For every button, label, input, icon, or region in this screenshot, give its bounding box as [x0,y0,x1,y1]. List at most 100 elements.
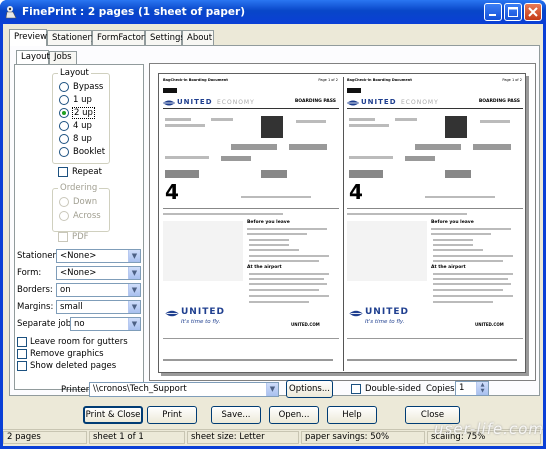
text-line [431,228,511,230]
text-line [395,118,417,121]
tab-formfactory[interactable]: FormFactory [92,30,149,45]
text-line [163,213,283,215]
ordering-group: Ordering Down Across [52,183,110,232]
site-url: UNITED.COM [291,322,320,327]
text-line [433,244,473,246]
maximize-button[interactable] [504,3,522,21]
text-line [425,196,495,198]
title-bar[interactable]: FinePrint : 2 pages (1 sheet of paper) [0,0,546,24]
ordering-group-title: Ordering [58,183,100,193]
doc-header-right: Page 1 of 2 [502,78,522,82]
gutters-label: Leave room for gutters [30,337,128,347]
preview-page-2: BagCheck-in Boarding Document Page 1 of … [345,76,526,372]
label-2up: 2 up [72,107,95,119]
separate-jobs-value: no [74,319,85,329]
open-button[interactable]: Open... [269,406,319,424]
radio-down[interactable] [59,197,69,207]
page-preview[interactable]: BagCheck-in Boarding Document Page 1 of … [149,63,536,381]
rule [347,208,523,209]
radio-booklet[interactable] [59,147,69,157]
minimize-icon [489,14,496,16]
borders-value: on [60,285,71,295]
tab-about[interactable]: About [182,30,214,45]
image-placeholder [347,221,427,281]
airline-name: UNITED [177,98,213,106]
radio-1up[interactable] [59,95,69,105]
chevron-down-icon: ▼ [128,284,140,296]
text-line [296,120,326,123]
text-line [249,289,319,291]
preview-page-1: BagCheck-in Boarding Document Page 1 of … [161,76,342,372]
tab-settings[interactable]: Settings [145,30,185,45]
text-line [211,118,233,121]
print-and-close-button[interactable]: Print & Close [83,406,143,424]
spinner-arrows-icon[interactable]: ▲ ▼ [476,382,488,395]
text-line [249,255,329,257]
copies-value: 1 [459,383,465,393]
tab-layout[interactable]: Layout [16,50,50,64]
page-divider [343,77,344,371]
options-button[interactable]: Options... [286,380,333,398]
margins-select[interactable]: small ▼ [56,300,141,314]
printer-label: Printer: [61,385,92,395]
status-pages: 2 pages [3,431,87,444]
gutters-checkbox[interactable] [17,337,27,347]
dialog-client-area: Preview Stationery FormFactory Settings … [3,24,543,446]
stationery-select[interactable]: <None> ▼ [56,249,141,263]
doc-header-left: BagCheck-in Boarding Document [163,78,228,82]
text-line [249,283,327,285]
united-globe-icon [163,100,175,106]
radio-across[interactable] [59,211,69,221]
radio-4up[interactable] [59,121,69,131]
remove-graphics-checkbox[interactable] [17,349,27,359]
borders-select[interactable]: on ▼ [56,283,141,297]
rule [163,108,339,109]
printer-select[interactable]: \\cronos\Tech_Support ▼ [89,382,279,397]
text-line [165,124,205,127]
save-button[interactable]: Save... [211,406,261,424]
borders-label: Borders: [17,285,53,295]
minimize-button[interactable] [484,3,502,21]
repeat-checkbox[interactable] [58,167,68,177]
blurred-text [473,144,511,150]
rule [163,338,339,339]
label-booklet: Booklet [73,147,106,157]
margins-label: Margins: [17,302,54,312]
form-value: <None> [60,268,97,278]
help-button[interactable]: Help [327,406,377,424]
tab-preview[interactable]: Preview [9,29,47,46]
margins-value: small [60,302,83,312]
text-line [431,233,491,235]
doc-header-right: Page 1 of 2 [318,78,338,82]
text-line [165,118,191,121]
double-sided-checkbox[interactable] [351,384,361,394]
fineprint-app-icon [5,6,17,19]
form-select[interactable]: <None> ▼ [56,266,141,280]
close-window-button[interactable] [524,3,542,21]
airport-title: At the airport [247,265,282,270]
preview-sheet: BagCheck-in Boarding Document Page 1 of … [158,73,526,373]
tab-stationery[interactable]: Stationery [47,30,96,45]
radio-8up[interactable] [59,134,69,144]
blurred-text [221,156,251,161]
radio-bypass[interactable] [59,82,69,92]
tab-jobs[interactable]: Jobs [49,51,77,64]
boarding-pass-label: BOARDING PASS [294,99,336,104]
chevron-down-icon: ▼ [128,318,140,330]
layout-subpanel: Layout Bypass 1 up 2 up 4 up 8 up Bookle… [14,64,144,390]
label-8up: 8 up [73,134,92,144]
copies-spinner[interactable]: 1 ▲ ▼ [455,381,489,396]
separate-jobs-select[interactable]: no ▼ [70,317,141,331]
text-line [349,156,393,159]
text-line [249,249,299,251]
rule [163,208,339,209]
united-logo-text: UNITED [181,307,225,317]
airline-class: ECONOMY [401,99,439,106]
print-button[interactable]: Print [147,406,197,424]
radio-2up[interactable] [59,108,69,118]
text-line [433,295,513,297]
pdf-checkbox[interactable] [58,232,68,242]
show-deleted-checkbox[interactable] [17,361,27,371]
text-line [349,118,375,121]
blurred-text [349,170,383,178]
